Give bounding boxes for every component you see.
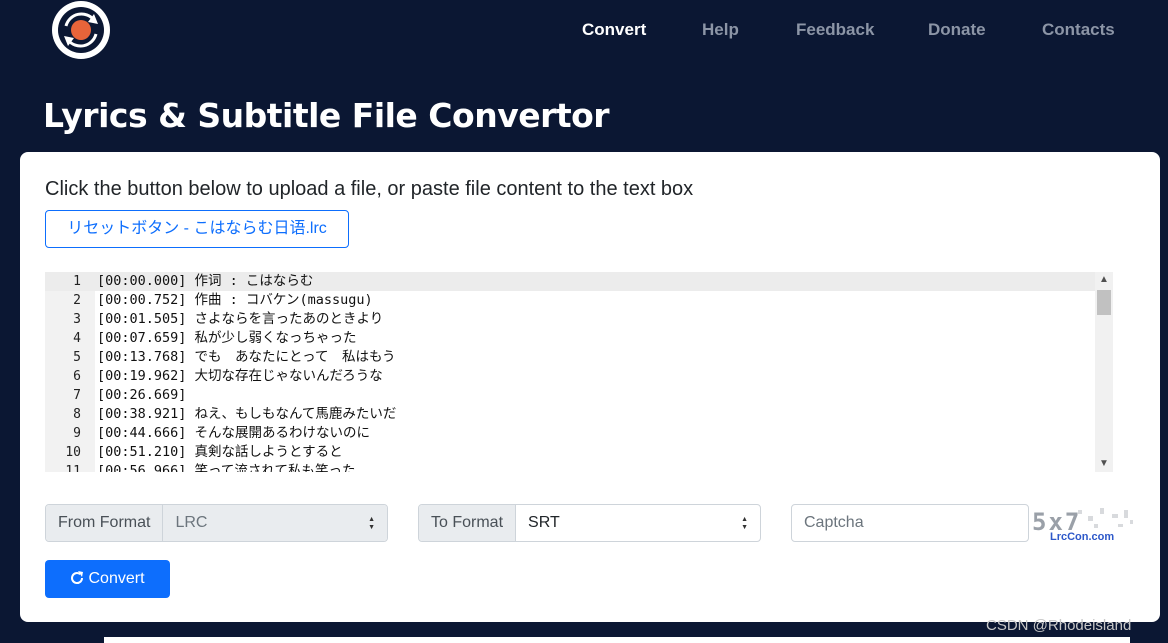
nav-feedback[interactable]: Feedback (796, 20, 874, 40)
editor-line: 5 [00:13.768] でも あなたにとって 私はもう (45, 348, 1095, 367)
to-format-group: To Format SRT ▲ ▼ (418, 504, 761, 542)
main-nav: Convert Help Feedback Donate Contacts (0, 20, 1168, 44)
line-number: 8 (73, 407, 81, 422)
line-number: 2 (73, 293, 81, 308)
captcha-brand: LrcCon.com (1050, 531, 1114, 543)
editor-scrollbar[interactable]: ▲ ▼ (1095, 272, 1113, 472)
from-format-group: From Format LRC ▲ ▼ (45, 504, 388, 542)
nav-convert[interactable]: Convert (582, 20, 646, 40)
line-number: 11 (65, 464, 81, 472)
line-text: [00:01.505] さよならを言ったあのときより (97, 311, 384, 327)
bottom-strip (104, 637, 1130, 643)
line-text: [00:07.659] 私が少し弱くなっちゃった (97, 330, 357, 346)
convert-button[interactable]: Convert (45, 560, 170, 598)
from-format-label: From Format (46, 505, 164, 541)
convert-button-label: Convert (88, 570, 145, 587)
line-text: [00:38.921] ねえ、もしもなんて馬鹿みたいだ (97, 406, 397, 422)
captcha-image[interactable]: 5x7 LrcCon.com (1028, 502, 1136, 544)
upload-file-button[interactable]: リセットボタン - こはならむ日语.lrc (45, 210, 349, 248)
line-number: 7 (73, 388, 81, 403)
scroll-down-icon[interactable]: ▼ (1095, 456, 1113, 472)
line-number: 1 (73, 274, 81, 289)
line-text: [00:56.966] 笑って流されて私も笑った (97, 463, 356, 472)
nav-donate[interactable]: Donate (928, 20, 986, 40)
line-text: [00:51.210] 真剣な話しようとすると (97, 444, 343, 460)
editor-line: 9 [00:44.666] そんな展開あるわけないのに (45, 424, 1095, 443)
to-format-select[interactable]: SRT ▲ ▼ (516, 505, 760, 541)
line-number: 3 (73, 312, 81, 327)
sort-caret-icon: ▲ ▼ (741, 516, 748, 531)
lyrics-editor[interactable]: 1 [00:00.000] 作词 : こはならむ 2 [00:00.752] 作曲 … (45, 272, 1113, 472)
editor-lines: 1 [00:00.000] 作词 : こはならむ 2 [00:00.752] 作曲 … (45, 272, 1095, 472)
line-text: [00:26.669] (97, 387, 187, 403)
refresh-icon (70, 562, 84, 600)
line-text: [00:00.752] 作曲 : コバケン(massugu) (97, 292, 373, 308)
line-number: 4 (73, 331, 81, 346)
to-format-label: To Format (419, 505, 517, 541)
line-number: 9 (73, 426, 81, 441)
line-number: 5 (73, 350, 81, 365)
line-text: [00:44.666] そんな展開あるわけないのに (97, 425, 371, 441)
from-format-select[interactable]: LRC ▲ ▼ (163, 505, 387, 541)
upload-instruction: Click the button below to upload a file,… (45, 178, 694, 200)
from-format-value: LRC (175, 514, 208, 531)
sort-caret-icon: ▲ ▼ (368, 516, 375, 531)
nav-help[interactable]: Help (702, 20, 739, 40)
editor-line: 11 [00:56.966] 笑って流されて私も笑った (45, 462, 1095, 472)
line-number: 10 (65, 445, 81, 460)
scroll-up-icon[interactable]: ▲ (1095, 272, 1113, 288)
editor-line: 7 [00:26.669] (45, 386, 1095, 405)
editor-line: 4 [00:07.659] 私が少し弱くなっちゃった (45, 329, 1095, 348)
editor-line: 1 [00:00.000] 作词 : こはならむ (45, 272, 1095, 291)
line-text: [00:00.000] 作词 : こはならむ (97, 273, 314, 289)
watermark: CSDN @Rhodeisland (986, 617, 1132, 634)
nav-contacts[interactable]: Contacts (1042, 20, 1115, 40)
editor-line: 2 [00:00.752] 作曲 : コバケン(massugu) (45, 291, 1095, 310)
line-text: [00:13.768] でも あなたにとって 私はもう (97, 349, 396, 365)
editor-line: 3 [00:01.505] さよならを言ったあのときより (45, 310, 1095, 329)
editor-line: 8 [00:38.921] ねえ、もしもなんて馬鹿みたいだ (45, 405, 1095, 424)
editor-line: 6 [00:19.962] 大切な存在じゃないんだろうな (45, 367, 1095, 386)
converter-card: Click the button below to upload a file,… (20, 152, 1160, 622)
line-text: [00:19.962] 大切な存在じゃないんだろうな (97, 368, 383, 384)
editor-line: 10 [00:51.210] 真剣な話しようとすると (45, 443, 1095, 462)
captcha-input[interactable]: Captcha (791, 504, 1029, 542)
page-title: Lyrics & Subtitle File Convertor (43, 96, 610, 135)
to-format-value: SRT (528, 514, 560, 531)
scrollbar-thumb[interactable] (1097, 290, 1111, 315)
line-number: 6 (73, 369, 81, 384)
